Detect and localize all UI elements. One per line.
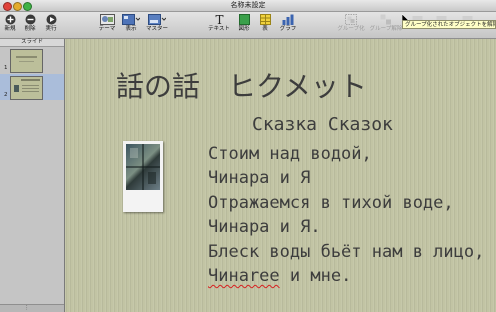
table-button[interactable]: 表 <box>258 14 272 33</box>
text-icon: T <box>215 14 223 25</box>
sidebar-resize-handle[interactable]: ⋮ <box>0 304 64 312</box>
theme-icon <box>99 14 115 25</box>
play-icon <box>46 14 56 25</box>
delete-slide-button[interactable]: 削除 <box>22 14 38 33</box>
master-button[interactable]: マスター <box>144 14 170 33</box>
new-slide-label: 新規 <box>4 26 16 32</box>
table-label: 表 <box>262 26 268 32</box>
slide-preview <box>10 49 43 73</box>
slide-thumbnail-2[interactable]: 2 <box>0 74 64 100</box>
window-title: 名称未設定 <box>230 1 266 9</box>
body-line-6: Чинаree и мне. <box>208 264 484 288</box>
body-line-3: Отражаемся в тихой воде, <box>208 192 454 213</box>
svg-text:T: T <box>215 14 223 25</box>
group-label: グループ化 <box>337 26 365 32</box>
view-icon <box>122 14 140 25</box>
play-button[interactable]: 実行 <box>42 14 60 33</box>
slide-navigator: スライド 1 2 ⋮ <box>0 39 64 312</box>
minus-icon <box>25 14 35 25</box>
theme-label: テーマ <box>98 26 116 32</box>
text-label: テキスト <box>208 26 230 32</box>
window-titlebar: 名称未設定 <box>0 0 496 12</box>
body-line-6-rest: и мне. <box>279 265 352 286</box>
slide-number: 1 <box>4 65 8 71</box>
new-slide-button[interactable]: 新規 <box>2 14 18 33</box>
slide-title[interactable]: 話の話 ヒクメット <box>116 65 367 105</box>
plus-icon <box>5 14 15 25</box>
tooltip: グループ化されたオブジェクトを解除 <box>402 20 496 29</box>
group-icon <box>345 14 357 25</box>
body-line-1: Стоим над водой, <box>208 144 372 164</box>
body-line-2: Чинара и Я <box>208 168 311 189</box>
text-button[interactable]: T テキスト <box>206 14 232 33</box>
shape-button[interactable]: 図形 <box>236 14 252 33</box>
body-line-5: Блеск воды бьёт нам в лицо, <box>208 241 485 262</box>
group-button[interactable]: グループ化 <box>336 14 366 33</box>
delete-slide-label: 削除 <box>24 26 36 32</box>
slide-preview <box>10 76 43 100</box>
slide-body[interactable]: Стоим над водой, Чинара и Я Отражаемся в… <box>208 142 484 288</box>
ungroup-icon <box>380 14 391 25</box>
view-button[interactable]: 表示 <box>120 14 142 33</box>
ungroup-label: グループ解除 <box>369 26 403 32</box>
master-icon <box>148 14 166 25</box>
misspelled-word: Чинаree <box>208 265 280 286</box>
slide-image[interactable] <box>123 141 163 212</box>
view-label: 表示 <box>125 26 137 32</box>
slide-image-picture <box>126 144 160 190</box>
chart-label: グラフ <box>279 26 297 32</box>
play-label: 実行 <box>45 26 57 32</box>
theme-button[interactable]: テーマ <box>96 14 118 33</box>
shape-icon <box>238 14 250 25</box>
table-icon <box>259 14 271 25</box>
master-label: マスター <box>145 26 168 32</box>
ungroup-button[interactable]: グループ解除 <box>368 14 404 33</box>
shape-label: 図形 <box>238 26 250 32</box>
body-line-4: Чинара и Я. <box>208 217 321 238</box>
slide-navigator-header: スライド <box>0 39 64 47</box>
chart-button[interactable]: グラフ <box>278 14 298 33</box>
bar-chart-icon <box>282 14 294 25</box>
slide-subtitle[interactable]: Сказка Сказок <box>252 114 393 135</box>
slide-number: 2 <box>4 92 8 98</box>
slide-thumbnail-1[interactable]: 1 <box>0 47 64 73</box>
